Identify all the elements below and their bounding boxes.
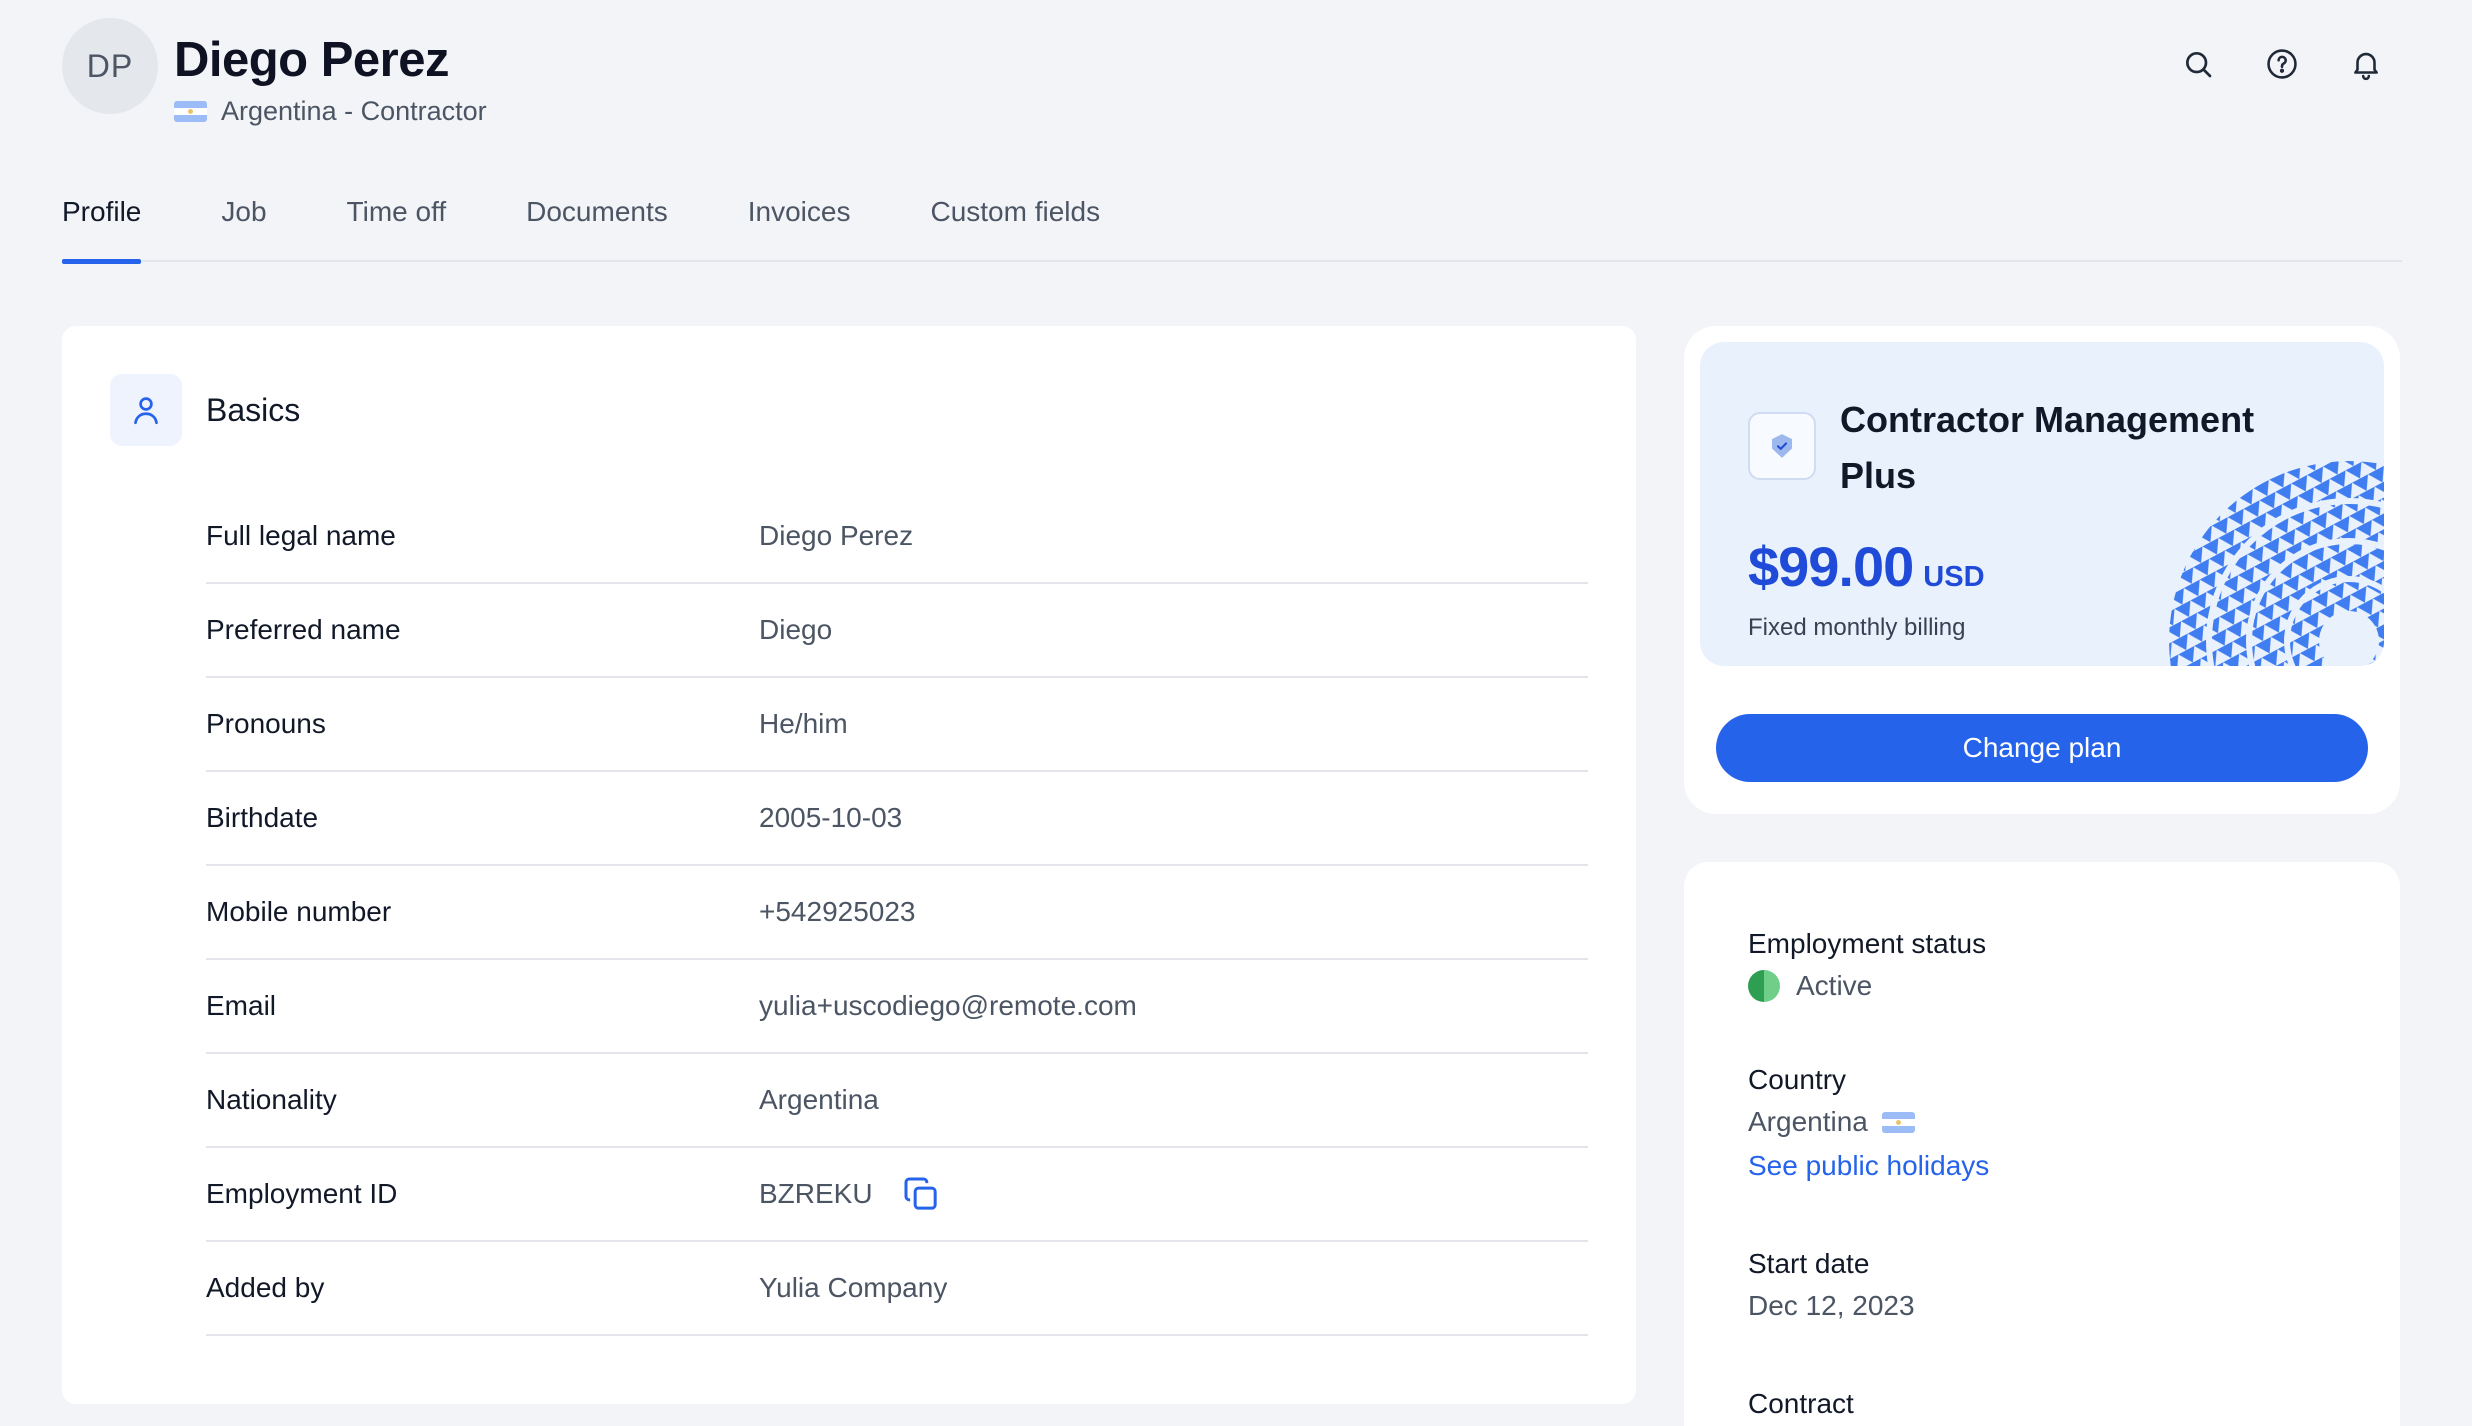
tab-time-off[interactable]: Time off	[347, 192, 447, 262]
top-icon-bar	[2178, 44, 2386, 84]
tab-documents[interactable]: Documents	[526, 192, 668, 262]
header-text: Diego Perez Argentina - Contractor	[174, 18, 487, 127]
country: Country Argentina See public holidays	[1748, 1064, 1989, 1182]
see-public-holidays-link[interactable]: See public holidays	[1748, 1150, 1989, 1182]
field-value: 2005-10-03	[759, 802, 903, 833]
employment-status: Employment status Active	[1748, 928, 1986, 1002]
field-row-full-legal-name: Full legal name Diego Perez	[206, 490, 1588, 584]
status-badge: Active	[1796, 970, 1873, 1001]
country-label: Country	[1748, 1064, 1847, 1095]
header-subtitle: Argentina - Contractor	[174, 96, 487, 127]
avatar: DP	[62, 18, 158, 114]
page-title: Diego Perez	[174, 33, 449, 87]
tab-custom-fields[interactable]: Custom fields	[930, 192, 1100, 262]
contract-label: Contract	[1748, 1388, 1854, 1419]
field-label: Birthdate	[206, 802, 319, 833]
profile-tabs: Profile Job Time off Documents Invoices …	[62, 192, 2402, 264]
plan-card: Contractor Management Plus $99.00 USD Fi…	[1684, 326, 2400, 814]
field-label: Full legal name	[206, 520, 396, 551]
start-date-value: Dec 12, 2023	[1748, 1290, 1915, 1321]
field-value: Yulia Company	[759, 1272, 948, 1303]
start-date-label: Start date	[1748, 1248, 1870, 1279]
basics-header: Basics	[110, 374, 300, 446]
copy-icon[interactable]	[901, 1174, 941, 1214]
search-icon[interactable]	[2178, 44, 2218, 84]
basics-card: Basics Full legal name Diego Perez Prefe…	[62, 326, 1636, 1404]
field-label: Employment ID	[206, 1178, 398, 1209]
field-row-mobile-number: Mobile number +542925023	[206, 866, 1588, 960]
employment-details-card: Employment status Active Country Argenti…	[1684, 862, 2400, 1426]
plan-summary: Contractor Management Plus $99.00 USD Fi…	[1700, 342, 2384, 666]
field-row-added-by: Added by Yulia Company	[206, 1242, 1588, 1336]
field-row-email: Email yulia+uscodiego@remote.com	[206, 960, 1588, 1054]
field-row-nationality: Nationality Argentina	[206, 1054, 1588, 1148]
field-label: Email	[206, 990, 277, 1021]
help-icon[interactable]	[2262, 44, 2302, 84]
bell-icon[interactable]	[2346, 44, 2386, 84]
country-value: Argentina	[1748, 1106, 1868, 1137]
field-value: +542925023	[759, 896, 916, 927]
field-value: He/him	[759, 708, 848, 739]
field-value: BZREKU	[759, 1178, 873, 1209]
profile-header: DP Diego Perez Argentina - Contractor	[62, 18, 487, 127]
basics-field-list: Full legal name Diego Perez Preferred na…	[206, 490, 1588, 1336]
field-value: yulia+uscodiego@remote.com	[759, 990, 1137, 1021]
plan-billing: Fixed monthly billing	[1748, 614, 1966, 641]
field-value-wrapper: BZREKU	[759, 1174, 941, 1214]
argentina-flag-icon	[1881, 1111, 1915, 1133]
header-subtitle-text: Argentina - Contractor	[221, 95, 487, 126]
tab-profile[interactable]: Profile	[62, 192, 142, 264]
field-row-preferred-name: Preferred name Diego	[206, 584, 1588, 678]
globe-illustration	[2169, 461, 2384, 666]
plan-currency: USD	[1923, 561, 1985, 593]
field-label: Pronouns	[206, 708, 326, 739]
field-row-pronouns: Pronouns He/him	[206, 678, 1588, 772]
contract: Contract	[1748, 1388, 1854, 1420]
shield-icon	[1748, 412, 1816, 480]
argentina-flag-icon	[174, 100, 207, 122]
field-label: Nationality	[206, 1084, 337, 1115]
user-icon	[110, 374, 182, 446]
plan-amount: $99.00	[1748, 535, 1914, 598]
plan-price: $99.00 USD	[1748, 534, 1985, 599]
field-label: Mobile number	[206, 896, 392, 927]
country-value-row: Argentina	[1748, 1106, 1989, 1138]
field-row-birthdate: Birthdate 2005-10-03	[206, 772, 1588, 866]
field-value: Argentina	[759, 1084, 879, 1115]
tab-invoices[interactable]: Invoices	[748, 192, 851, 262]
status-active-icon	[1748, 970, 1780, 1002]
change-plan-button[interactable]: Change plan	[1716, 714, 2368, 782]
start-date: Start date Dec 12, 2023	[1748, 1248, 1915, 1322]
field-label: Preferred name	[206, 614, 401, 645]
employment-status-value-row: Active	[1748, 970, 1986, 1002]
field-row-employment-id: Employment ID BZREKU	[206, 1148, 1588, 1242]
employment-status-label: Employment status	[1748, 928, 1987, 959]
field-label: Added by	[206, 1272, 325, 1303]
field-value: Diego Perez	[759, 520, 914, 551]
basics-title: Basics	[206, 391, 301, 428]
field-value: Diego	[759, 614, 833, 645]
tab-job[interactable]: Job	[221, 192, 266, 262]
